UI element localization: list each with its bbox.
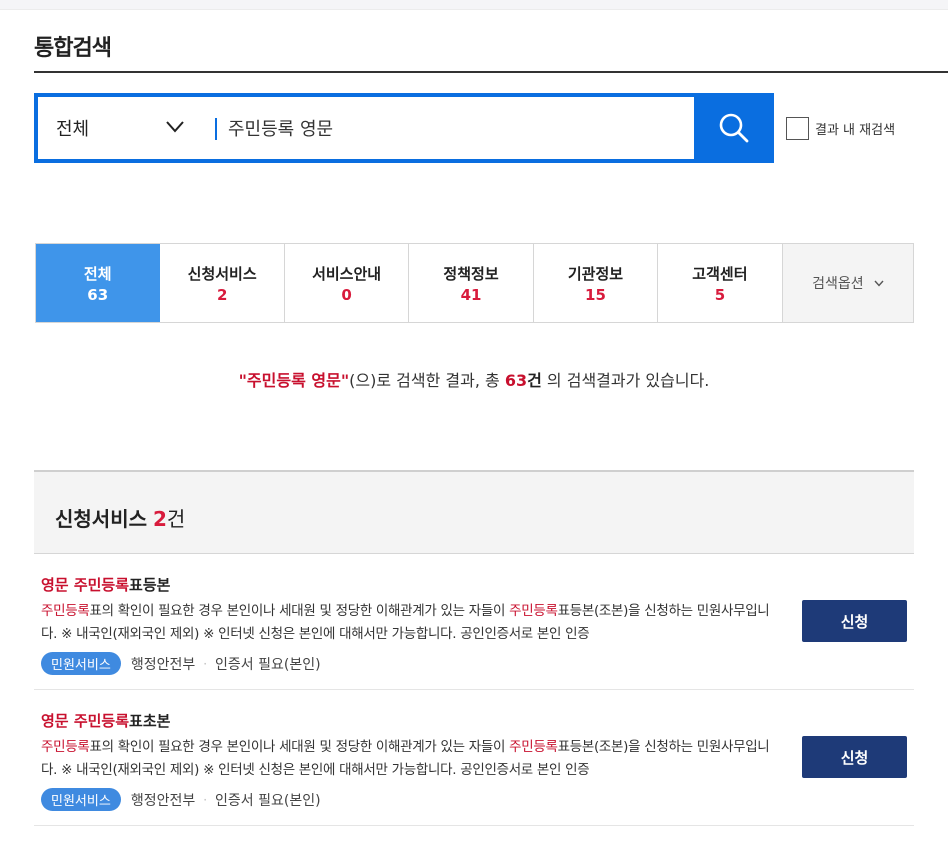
- title-divider: [34, 71, 948, 73]
- tab-count: 41: [460, 285, 482, 304]
- page-title: 통합검색: [34, 36, 112, 61]
- summary-unit: 건: [527, 371, 542, 390]
- tab-label: 정책정보: [443, 264, 499, 283]
- tab-customer-center[interactable]: 고객센터 5: [658, 244, 783, 322]
- tab-label: 기관정보: [567, 264, 624, 283]
- result-item: 영문 주민등록표등본 주민등록표의 확인이 필요한 경우 본인이나 세대원 및 …: [34, 554, 914, 690]
- result-org: 행정안전부: [130, 656, 196, 673]
- tab-service-guide[interactable]: 서비스안내 0: [285, 244, 410, 322]
- section-count: 2: [153, 507, 167, 531]
- category-badge: 민원서비스: [41, 788, 121, 811]
- result-meta: 민원서비스 행정안전부 · 인증서 필요(본인): [41, 788, 321, 811]
- section-header: 신청서비스 2건: [34, 470, 914, 554]
- tab-count: 5: [714, 285, 726, 304]
- meta-separator: ·: [203, 656, 208, 671]
- search-options-label: 검색옵션: [812, 276, 864, 292]
- tab-all[interactable]: 전체 63: [36, 244, 161, 322]
- tab-apply-service[interactable]: 신청서비스 2: [160, 244, 285, 322]
- desc-text: 표의 확인이 필요한 경우 본인이나 세대원 및 정당한 이해관계가 있는 자들…: [89, 603, 510, 619]
- section-unit: 건: [166, 507, 186, 531]
- search-summary: "주민등록 영문"(으)로 검색한 결과, 총 63건 의 검색결과가 있습니다…: [0, 367, 948, 391]
- result-meta: 민원서비스 행정안전부 · 인증서 필요(본인): [41, 652, 321, 675]
- tab-label: 전체: [83, 264, 112, 283]
- research-label: 결과 내 재검색: [815, 123, 896, 138]
- tab-count: 63: [87, 285, 109, 304]
- result-cert: 인증서 필요(본인): [215, 656, 321, 673]
- summary-keyword: "주민등록 영문": [238, 371, 350, 390]
- result-cert: 인증서 필요(본인): [215, 792, 321, 809]
- search-scope-label: 전체: [56, 119, 90, 140]
- desc-highlight: 주민등록: [41, 603, 90, 619]
- result-title-rest: 표등본: [129, 576, 171, 594]
- category-badge: 민원서비스: [41, 652, 121, 675]
- search-divider: [215, 118, 217, 140]
- result-description: 주민등록표의 확인이 필요한 경우 본인이나 세대원 및 정당한 이해관계가 있…: [41, 600, 776, 646]
- desc-highlight: 주민등록: [509, 603, 558, 619]
- result-title-highlight: 영문 주민등록: [41, 576, 130, 594]
- tab-label: 고객센터: [692, 264, 748, 283]
- result-title-highlight: 영문 주민등록: [41, 712, 130, 730]
- summary-text: (으)로 검색한 결과, 총: [349, 371, 505, 390]
- apply-button[interactable]: 신청: [802, 736, 907, 778]
- result-org: 행정안전부: [130, 792, 196, 809]
- top-bar: [0, 0, 948, 10]
- result-description: 주민등록표의 확인이 필요한 경우 본인이나 세대원 및 정당한 이해관계가 있…: [41, 736, 776, 782]
- desc-highlight: 주민등록: [509, 739, 558, 755]
- research-checkbox[interactable]: 결과 내 재검색: [786, 117, 895, 140]
- desc-text: 표의 확인이 필요한 경우 본인이나 세대원 및 정당한 이해관계가 있는 자들…: [89, 739, 510, 755]
- section-title-text: 신청서비스: [55, 507, 147, 531]
- result-item: 영문 주민등록표초본 주민등록표의 확인이 필요한 경우 본인이나 세대원 및 …: [34, 690, 914, 826]
- result-title-link[interactable]: 영문 주민등록표초본: [41, 710, 170, 731]
- chevron-down-icon: [874, 280, 884, 287]
- desc-highlight: 주민등록: [41, 739, 90, 755]
- tab-label: 서비스안내: [312, 264, 382, 283]
- summary-total: 63: [504, 371, 528, 390]
- tab-count: 0: [341, 285, 352, 304]
- result-title-rest: 표초본: [129, 712, 171, 730]
- tab-label: 신청서비스: [187, 264, 257, 283]
- search-button[interactable]: [694, 93, 774, 163]
- summary-tail: 의 검색결과가 있습니다.: [541, 371, 710, 390]
- chevron-down-icon[interactable]: [166, 121, 184, 133]
- tab-policy-info[interactable]: 정책정보 41: [409, 244, 534, 322]
- search-input[interactable]: [228, 109, 688, 147]
- tab-agency-info[interactable]: 기관정보 15: [534, 244, 659, 322]
- search-box: 전체: [34, 93, 774, 163]
- result-title-link[interactable]: 영문 주민등록표등본: [41, 574, 170, 595]
- meta-separator: ·: [203, 792, 208, 807]
- tab-count: 2: [216, 285, 228, 304]
- tab-count: 15: [585, 285, 606, 304]
- apply-button[interactable]: 신청: [802, 600, 907, 642]
- checkbox[interactable]: [786, 117, 809, 140]
- search-icon: [719, 113, 749, 143]
- category-tabs: 전체 63 신청서비스 2 서비스안내 0 정책정보 41 기관정보 15 고객…: [35, 243, 914, 323]
- section-title: 신청서비스 2건: [55, 503, 185, 532]
- search-options-button[interactable]: 검색옵션: [782, 244, 914, 322]
